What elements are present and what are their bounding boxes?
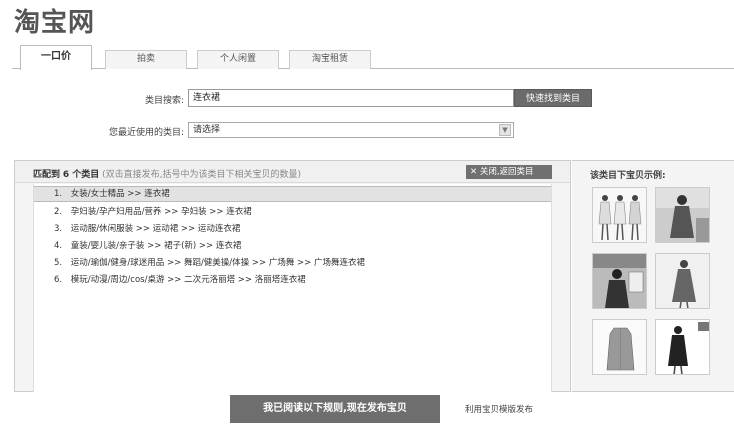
dress-sample-image (656, 188, 709, 242)
chevron-down-icon[interactable]: ▼ (499, 124, 511, 136)
list-item-number: 3. (54, 224, 63, 234)
dress-sample-image (593, 254, 646, 308)
close-return-button[interactable]: ✕ 关闭,返回类目 (466, 165, 552, 179)
list-item-path: 模玩/动漫/周边/cos/桌游 >> 二次元洛丽塔 >> 洛丽塔连衣裙 (70, 275, 306, 285)
match-results-panel: 匹配到 6 个类目 (双击直接发布,括号中为该类目下相关宝贝的数量) ✕ 关闭,… (14, 160, 571, 392)
sample-title: 该类目下宝贝示例: (590, 171, 666, 181)
category-match-list[interactable]: 1. 女装/女士精品 >> 连衣裙 2. 孕妇装/孕产妇用品/营养 >> 孕妇装… (33, 184, 552, 392)
list-item[interactable]: 6. 模玩/动漫/周边/cos/桌游 >> 二次元洛丽塔 >> 洛丽塔连衣裙 (34, 272, 551, 288)
quick-find-category-button[interactable]: 快速找到类目 (514, 89, 592, 107)
match-count: 6 个类目 (62, 170, 100, 180)
sample-thumbnail[interactable] (655, 253, 710, 309)
taobao-logo[interactable]: 淘宝网 (14, 2, 95, 39)
list-item-path: 孕妇装/孕产妇用品/营养 >> 孕妇装 >> 连衣裙 (70, 207, 252, 217)
close-icon: ✕ (470, 167, 480, 177)
tab-personal-idle[interactable]: 个人闲置 (197, 50, 279, 69)
match-prefix: 匹配到 (33, 170, 61, 180)
sample-items-panel: 该类目下宝贝示例: (572, 160, 734, 392)
category-search-input[interactable]: 连衣裙 (188, 89, 514, 107)
match-hint: (双击直接发布,括号中为该类目下相关宝贝的数量) (102, 170, 302, 180)
tab-rental[interactable]: 淘宝租赁 (289, 50, 371, 69)
dress-sample-image (593, 320, 646, 374)
dress-sample-image (593, 188, 646, 242)
publish-item-button[interactable]: 我已阅读以下规则,现在发布宝贝 (230, 395, 440, 423)
match-header: 匹配到 6 个类目 (双击直接发布,括号中为该类目下相关宝贝的数量) ✕ 关闭,… (15, 161, 570, 183)
match-summary: 匹配到 6 个类目 (双击直接发布,括号中为该类目下相关宝贝的数量) (33, 167, 301, 180)
template-publish-link[interactable]: 利用宝贝模版发布 (465, 403, 533, 415)
listing-type-tabs: 一口价 拍卖 个人闲置 淘宝租赁 (12, 45, 734, 70)
recent-category-select[interactable]: 请选择 ▼ (188, 122, 514, 138)
list-item-path: 女装/女士精品 >> 连衣裙 (70, 189, 170, 199)
list-item[interactable]: 5. 运动/瑜伽/健身/球迷用品 >> 舞蹈/健美操/体操 >> 广场舞 >> … (34, 255, 551, 271)
sample-thumbnail[interactable] (592, 253, 647, 309)
recent-category-label: 您最近使用的类目: (108, 128, 184, 138)
tab-fixed-price[interactable]: 一口价 (20, 45, 92, 70)
sample-thumbnail[interactable] (592, 187, 647, 243)
dress-sample-image (656, 254, 709, 308)
list-item-number: 4. (54, 241, 63, 251)
tab-auction[interactable]: 拍卖 (105, 50, 187, 69)
sample-thumbnail[interactable] (592, 319, 647, 375)
list-item[interactable]: 2. 孕妇装/孕产妇用品/营养 >> 孕妇装 >> 连衣裙 (34, 204, 551, 220)
close-return-label: 关闭,返回类目 (479, 167, 534, 177)
sample-thumbnail[interactable] (655, 187, 710, 243)
dress-sample-image (656, 320, 709, 374)
recent-category-selected: 请选择 (193, 125, 221, 135)
list-item[interactable]: 1. 女装/女士精品 >> 连衣裙 (34, 186, 551, 202)
list-item-number: 5. (54, 258, 63, 268)
list-item-path: 运动服/休闲服装 >> 运动裙 >> 运动连衣裙 (70, 224, 241, 234)
category-search-label: 类目搜索: (144, 96, 184, 106)
list-item-number: 2. (54, 207, 63, 217)
list-item[interactable]: 3. 运动服/休闲服装 >> 运动裙 >> 运动连衣裙 (34, 221, 551, 237)
list-item-path: 运动/瑜伽/健身/球迷用品 >> 舞蹈/健美操/体操 >> 广场舞 >> 广场舞… (70, 258, 365, 268)
sample-thumbnail[interactable] (655, 319, 710, 375)
list-item-number: 6. (54, 275, 63, 285)
list-item-number: 1. (54, 189, 63, 199)
list-item[interactable]: 4. 童装/婴儿装/亲子装 >> 裙子(新) >> 连衣裙 (34, 238, 551, 254)
list-item-path: 童装/婴儿装/亲子装 >> 裙子(新) >> 连衣裙 (70, 241, 242, 251)
